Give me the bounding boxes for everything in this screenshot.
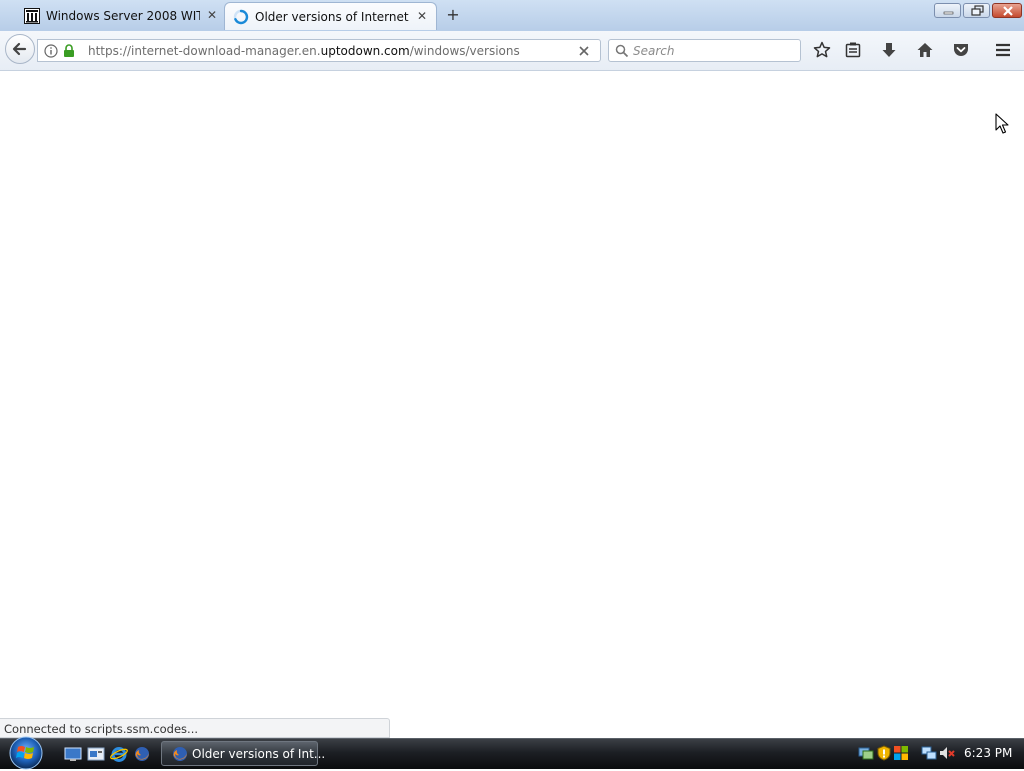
minimize-icon xyxy=(943,11,954,15)
firefox-icon[interactable] xyxy=(133,746,151,762)
mouse-cursor-icon xyxy=(995,113,1009,134)
back-button[interactable] xyxy=(5,34,35,64)
tab-close-icon[interactable]: ✕ xyxy=(206,9,218,21)
search-bar[interactable]: Search xyxy=(608,39,801,62)
clock[interactable]: 6:23 PM xyxy=(964,746,1012,760)
restore-icon xyxy=(971,5,984,16)
new-tab-button[interactable]: + xyxy=(444,5,462,25)
show-desktop-icon[interactable] xyxy=(64,746,82,762)
internet-explorer-icon[interactable] xyxy=(110,746,128,762)
server-manager-icon[interactable] xyxy=(87,746,105,762)
close-window-button[interactable] xyxy=(992,3,1022,18)
hamburger-menu-icon[interactable] xyxy=(994,41,1012,59)
tab-strip: Windows Server 2008 WIT... ✕ Older versi… xyxy=(0,0,1024,32)
network-connection-icon[interactable] xyxy=(921,745,937,761)
network-status-icon[interactable] xyxy=(858,745,874,761)
lock-icon[interactable] xyxy=(63,44,75,58)
tab-label: Older versions of Internet ... xyxy=(255,9,410,24)
tab-windows-server[interactable]: Windows Server 2008 WIT... ✕ xyxy=(16,2,226,30)
url-bar[interactable]: https://internet-download-manager.en.upt… xyxy=(37,39,601,62)
taskbar: Older versions of Int... 6:23 PM xyxy=(0,735,1024,771)
start-button[interactable] xyxy=(6,735,46,771)
pocket-icon[interactable] xyxy=(952,41,970,59)
back-arrow-icon xyxy=(12,42,27,56)
task-label: Older versions of Int... xyxy=(192,747,326,761)
bookmark-star-icon[interactable] xyxy=(813,41,831,59)
info-icon[interactable] xyxy=(44,44,58,58)
url-host: uptodown.com xyxy=(320,44,410,58)
url-path: /windows/versions xyxy=(409,44,520,58)
navigation-toolbar: https://internet-download-manager.en.upt… xyxy=(0,31,1024,71)
status-text: Connected to scripts.ssm.codes... xyxy=(4,722,199,736)
tab-label: Windows Server 2008 WIT... xyxy=(46,9,200,23)
windows-flag-icon[interactable] xyxy=(893,745,909,761)
search-placeholder: Search xyxy=(633,44,675,58)
home-icon[interactable] xyxy=(916,41,934,59)
loading-spinner-icon xyxy=(233,9,249,25)
taskbar-firefox-window-button[interactable]: Older versions of Int... xyxy=(161,741,325,766)
library-building-icon xyxy=(24,8,40,24)
tab-older-versions[interactable]: Older versions of Internet ... ✕ xyxy=(224,2,437,30)
download-arrow-icon[interactable] xyxy=(880,41,898,59)
url-text[interactable]: https://internet-download-manager.en.upt… xyxy=(88,44,520,58)
security-shield-icon[interactable] xyxy=(876,745,892,761)
minimize-button[interactable] xyxy=(934,3,961,18)
tab-close-icon[interactable]: ✕ xyxy=(416,10,428,22)
bookmarks-menu-icon[interactable] xyxy=(844,41,862,59)
restore-button[interactable] xyxy=(963,3,990,18)
close-icon xyxy=(1003,6,1013,16)
status-panel: Connected to scripts.ssm.codes... xyxy=(0,718,390,738)
firefox-icon xyxy=(173,747,187,761)
page-content xyxy=(0,71,1024,738)
volume-muted-icon[interactable] xyxy=(939,745,955,761)
stop-loading-icon[interactable] xyxy=(577,44,591,58)
search-icon xyxy=(615,44,629,58)
url-prefix: https://internet-download-manager.en. xyxy=(88,44,321,58)
